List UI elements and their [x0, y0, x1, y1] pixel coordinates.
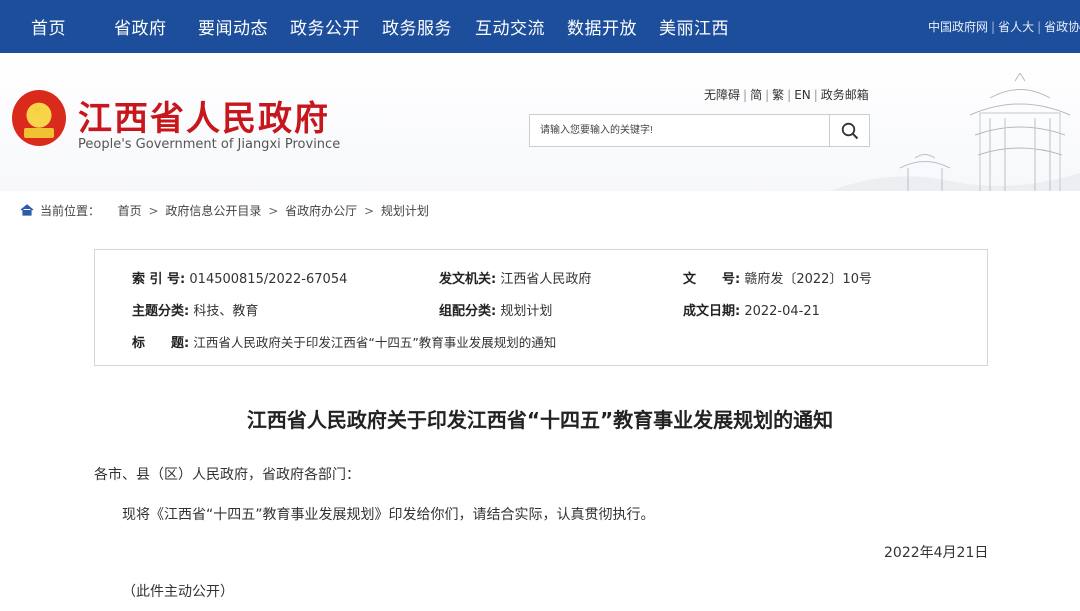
nav-item-interaction[interactable]: 互动交流 — [475, 14, 545, 39]
nav-item-home[interactable]: 首页 — [31, 14, 66, 39]
meta-category-label: 组配分类: — [439, 304, 497, 319]
chevron-right-icon: > — [363, 204, 375, 218]
breadcrumb: 当前位置： 首页 > 政府信息公开目录 > 省政府办公厅 > 规划计划 — [20, 202, 429, 219]
site-header: ★ 江西省人民政府 People's Government of Jiangxi… — [0, 53, 1080, 191]
meta-topic: 主题分类: 科技、教育 — [132, 300, 258, 319]
chevron-right-icon: > — [268, 204, 279, 218]
link-accessibility[interactable]: 无障碍 — [704, 88, 740, 102]
meta-docno: 文 号: 赣府发〔2022〕10号 — [683, 268, 872, 287]
meta-date-label: 成文日期: — [683, 304, 741, 319]
divider: | — [743, 88, 748, 102]
meta-category-value: 规划计划 — [500, 304, 553, 319]
breadcrumb-info-catalog[interactable]: 政府信息公开目录 — [165, 204, 261, 218]
divider: | — [787, 88, 792, 102]
document-salutation: 各市、县（区）人民政府，省政府各部门： — [94, 467, 360, 483]
nav-item-open-data[interactable]: 数据开放 — [567, 14, 637, 39]
external-links: 中国政府网 | 省人大 | 省政协 — [928, 18, 1080, 35]
divider: | — [813, 88, 818, 102]
nav-item-government-affairs-public[interactable]: 政务公开 — [290, 14, 360, 39]
search-input[interactable] — [530, 115, 830, 146]
meta-issuer: 发文机关: 江西省人民政府 — [439, 268, 591, 287]
document-metadata-box: 索 引 号: 014500815/2022-67054 发文机关: 江西省人民政… — [94, 249, 988, 366]
search-icon — [841, 122, 858, 139]
meta-index: 索 引 号: 014500815/2022-67054 — [132, 268, 347, 287]
meta-topic-label: 主题分类: — [132, 304, 190, 319]
divider: | — [991, 20, 996, 34]
nav-item-beautiful-jiangxi[interactable]: 美丽江西 — [659, 14, 729, 39]
link-traditional[interactable]: 繁 — [772, 88, 784, 102]
meta-index-value: 014500815/2022-67054 — [189, 272, 348, 287]
nav-item-news[interactable]: 要闻动态 — [198, 14, 268, 39]
breadcrumb-general-office[interactable]: 省政府办公厅 — [285, 204, 357, 218]
divider: | — [1037, 20, 1042, 34]
document-date: 2022年4月21日 — [884, 545, 989, 561]
document-title: 江西省人民政府关于印发江西省“十四五”教育事业发展规划的通知 — [246, 408, 834, 432]
link-gov-mailbox[interactable]: 政务邮箱 — [821, 88, 869, 102]
nav-item-government-services[interactable]: 政务服务 — [382, 14, 452, 39]
meta-title: 标 题: 江西省人民政府关于印发江西省“十四五”教育事业发展规划的通知 — [132, 332, 556, 351]
link-provincial-congress[interactable]: 省人大 — [998, 20, 1034, 34]
search-button[interactable] — [829, 115, 869, 146]
document-disclosure-note: （此件主动公开） — [122, 584, 234, 600]
meta-issuer-label: 发文机关: — [439, 272, 497, 287]
meta-category: 组配分类: 规划计划 — [439, 300, 552, 319]
site-title[interactable]: 江西省人民政府 — [78, 91, 330, 140]
top-nav-bar: 首页 省政府 要闻动态 政务公开 政务服务 互动交流 数据开放 美丽江西 中国政… — [0, 0, 1080, 53]
home-icon — [20, 204, 34, 216]
meta-date: 成文日期: 2022-04-21 — [683, 300, 820, 319]
meta-docno-label: 文 号: — [683, 272, 741, 287]
chevron-right-icon: > — [148, 204, 159, 218]
link-simplified[interactable]: 简 — [750, 88, 762, 102]
breadcrumb-home[interactable]: 首页 — [118, 204, 142, 218]
meta-title-value: 江西省人民政府关于印发江西省“十四五”教育事业发展规划的通知 — [193, 335, 557, 350]
link-english[interactable]: EN — [794, 88, 811, 102]
site-subtitle-en: People's Government of Jiangxi Province — [78, 137, 341, 152]
link-china-gov[interactable]: 中国政府网 — [928, 20, 988, 34]
document-body: 现将《江西省“十四五”教育事业发展规划》印发给你们，请结合实际，认真贯彻执行。 — [122, 507, 655, 523]
utility-links: 无障碍 | 简 | 繁 | EN | 政务邮箱 — [704, 86, 869, 103]
meta-title-label: 标 题: — [132, 336, 190, 351]
meta-date-value: 2022-04-21 — [744, 304, 820, 319]
search-box — [529, 114, 870, 147]
breadcrumb-planning[interactable]: 规划计划 — [381, 204, 429, 218]
link-provincial-cppcc[interactable]: 省政协 — [1044, 20, 1080, 34]
meta-topic-value: 科技、教育 — [193, 304, 259, 319]
national-emblem-icon: ★ — [12, 90, 66, 146]
meta-docno-value: 赣府发〔2022〕10号 — [744, 272, 872, 287]
nav-item-provincial-government[interactable]: 省政府 — [114, 14, 167, 39]
meta-index-label: 索 引 号: — [132, 272, 186, 287]
divider: | — [765, 88, 770, 102]
breadcrumb-label: 当前位置： — [40, 204, 101, 218]
meta-issuer-value: 江西省人民政府 — [500, 272, 592, 287]
